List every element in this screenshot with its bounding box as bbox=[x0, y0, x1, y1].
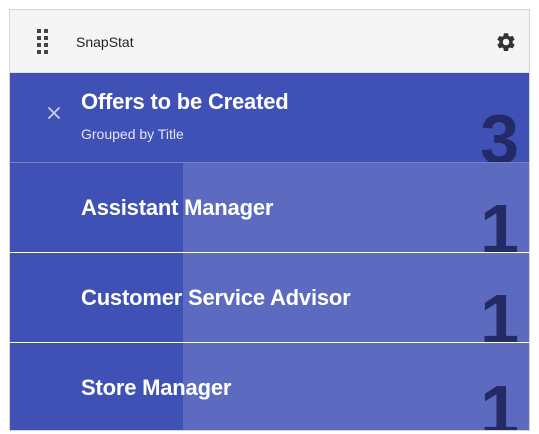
summary-title: Offers to be Created bbox=[81, 89, 289, 114]
group-row-store-manager[interactable]: Store Manager 1 bbox=[10, 343, 529, 431]
close-icon[interactable] bbox=[46, 105, 62, 121]
widget-header: SnapStat bbox=[10, 10, 529, 73]
group-label: Assistant Manager bbox=[81, 195, 274, 220]
summary-count: 3 bbox=[480, 100, 519, 163]
group-count: 1 bbox=[480, 190, 519, 253]
summary-row[interactable]: Offers to be Created Grouped by Title 3 bbox=[10, 73, 529, 163]
summary-subtitle: Grouped by Title bbox=[81, 126, 184, 142]
group-row-customer-service-advisor[interactable]: Customer Service Advisor 1 bbox=[10, 253, 529, 343]
group-count: 1 bbox=[480, 371, 519, 431]
group-row-assistant-manager[interactable]: Assistant Manager 1 bbox=[10, 163, 529, 253]
gear-icon[interactable] bbox=[495, 31, 517, 53]
stat-rows: Offers to be Created Grouped by Title 3 … bbox=[10, 73, 529, 431]
group-label: Store Manager bbox=[81, 375, 232, 400]
snapstat-widget: SnapStat Offers to be Created Grouped by… bbox=[9, 9, 530, 431]
app-title: SnapStat bbox=[76, 34, 134, 50]
drag-handle-icon[interactable] bbox=[37, 29, 49, 55]
group-label: Customer Service Advisor bbox=[81, 285, 351, 310]
group-count: 1 bbox=[480, 280, 519, 343]
